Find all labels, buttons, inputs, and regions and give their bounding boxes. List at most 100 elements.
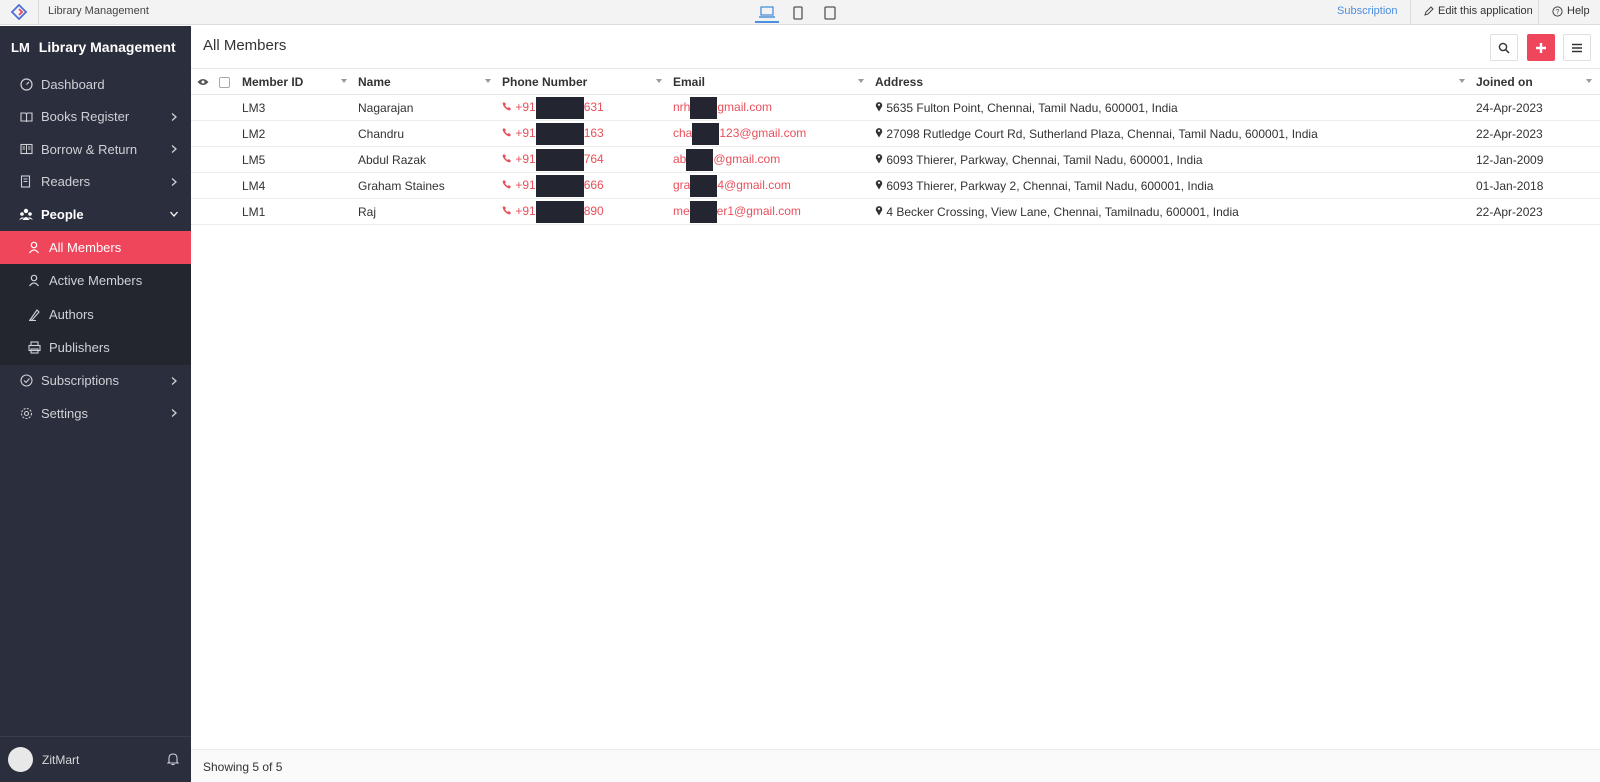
sidebar-item-borrow-return[interactable]: Borrow & Return [0, 133, 191, 166]
row-spacer [191, 120, 215, 147]
member-id-cell: LM3 [239, 94, 355, 121]
table-row[interactable]: LM3 Nagarajan +91 631 nrh gmail.com 5635 F… [191, 94, 1600, 121]
search-icon [1498, 42, 1510, 54]
borrow-icon [19, 142, 33, 156]
printer-icon [27, 341, 41, 355]
subscription-link[interactable]: Subscription [1337, 5, 1398, 17]
avatar[interactable] [8, 747, 33, 772]
column-header-name[interactable]: Name [355, 68, 499, 95]
column-header-joined-on[interactable]: Joined on [1473, 68, 1600, 95]
sidebar-item-authors[interactable]: Authors [0, 298, 191, 332]
phone-cell[interactable]: +91 890 [499, 198, 670, 225]
email-cell[interactable]: cha 123@gmail.com [670, 120, 872, 147]
joined-on-cell: 12-Jan-2009 [1473, 146, 1600, 173]
phone-icon [502, 101, 511, 111]
table-row[interactable]: LM2 Chandru +91 163 cha 123@gmail.com 2709… [191, 120, 1600, 147]
phone-cell[interactable]: +91 631 [499, 94, 670, 121]
phone-suffix: 163 [583, 125, 604, 140]
laptop-icon[interactable] [755, 3, 779, 23]
sidebar-item-label: People [41, 206, 84, 222]
bell-icon[interactable] [167, 752, 179, 766]
column-header-member-id[interactable]: Member ID [239, 68, 355, 95]
phone-cell[interactable]: +91 666 [499, 172, 670, 199]
table-footer: Showing 5 of 5 [191, 749, 1600, 782]
phone-cell[interactable]: +91 764 [499, 146, 670, 173]
search-button[interactable] [1490, 34, 1518, 61]
sidebar-item-label: Active Members [49, 273, 143, 289]
redacted-block [535, 200, 584, 223]
redacted-block [535, 174, 584, 197]
row-spacer [215, 120, 239, 147]
joined-on-cell: 22-Apr-2023 [1473, 120, 1600, 147]
map-pin-icon [875, 127, 883, 137]
email-suffix: 123@gmail.com [719, 125, 807, 140]
address-text: 6093 Thierer, Parkway 2, Chennai, Tamil … [886, 178, 1214, 193]
column-header-label: Name [358, 74, 391, 89]
column-header-address[interactable]: Address [872, 68, 1473, 95]
phone-prefix: +91 [515, 177, 536, 192]
table-row[interactable]: LM1 Raj +91 890 me er1@gmail.com 4 Becker … [191, 198, 1600, 225]
select-all-checkbox[interactable] [215, 68, 239, 95]
sidebar-item-people[interactable]: People [0, 198, 191, 231]
sort-icon[interactable] [341, 79, 347, 83]
sidebar-item-label: Publishers [49, 340, 110, 356]
phone-icon [502, 179, 511, 189]
edit-application-label: Edit this application [1438, 5, 1533, 17]
sidebar-item-books-register[interactable]: Books Register [0, 101, 191, 134]
member-id-cell: LM1 [239, 198, 355, 225]
divider [1410, 0, 1411, 25]
phone-suffix: 631 [583, 99, 604, 114]
menu-button[interactable] [1563, 34, 1591, 61]
column-header-email[interactable]: Email [670, 68, 872, 95]
column-visibility-toggle[interactable] [191, 68, 215, 95]
sidebar-item-settings[interactable]: Settings [0, 397, 191, 430]
sort-icon[interactable] [1459, 79, 1465, 83]
sort-icon[interactable] [485, 79, 491, 83]
phone-prefix: +91 [515, 151, 536, 166]
sidebar-item-publishers[interactable]: Publishers [0, 331, 191, 365]
author-icon [27, 307, 41, 321]
edit-application-button[interactable]: Edit this application [1424, 5, 1533, 17]
address-cell: 5635 Fulton Point, Chennai, Tamil Nadu, … [872, 94, 1473, 121]
people-submenu: All Members Active Members Authors Publi… [0, 230, 191, 365]
phone-cell[interactable]: +91 163 [499, 120, 670, 147]
sidebar-item-label: Books Register [41, 109, 130, 125]
joined-on-cell: 22-Apr-2023 [1473, 198, 1600, 225]
sidebar-item-readers[interactable]: Readers [0, 166, 191, 199]
sidebar-brand[interactable]: LM Library Management [0, 26, 191, 68]
phone-suffix: 764 [583, 151, 604, 166]
sidebar-item-dashboard[interactable]: Dashboard [0, 68, 191, 101]
row-spacer [191, 146, 215, 173]
add-record-button[interactable] [1527, 34, 1555, 61]
phone-icon [502, 153, 511, 163]
dashboard-icon [19, 77, 33, 91]
sidebar-item-active-members[interactable]: Active Members [0, 264, 191, 298]
name-cell: Graham Staines [355, 172, 499, 199]
email-cell[interactable]: me er1@gmail.com [670, 198, 872, 225]
sort-icon[interactable] [656, 79, 662, 83]
mobile-icon[interactable] [786, 3, 810, 23]
table-row[interactable]: LM4 Graham Staines +91 666 gra 4@gmail.com… [191, 172, 1600, 199]
help-label: Help [1567, 5, 1590, 17]
phone-icon [502, 205, 511, 215]
sort-icon[interactable] [858, 79, 864, 83]
sidebar-item-all-members[interactable]: All Members [0, 230, 191, 264]
email-cell[interactable]: ab @gmail.com [670, 146, 872, 173]
tablet-icon[interactable] [818, 3, 842, 23]
email-cell[interactable]: nrh gmail.com [670, 94, 872, 121]
chevron-right-icon [171, 409, 177, 417]
address-text: 4 Becker Crossing, View Lane, Chennai, T… [886, 204, 1239, 219]
email-cell[interactable]: gra 4@gmail.com [670, 172, 872, 199]
address-cell: 4 Becker Crossing, View Lane, Chennai, T… [872, 198, 1473, 225]
redacted-block [686, 148, 714, 171]
table-header-row: Member ID Name Phone Number Email Addres… [191, 68, 1600, 95]
sidebar-item-subscriptions[interactable]: Subscriptions [0, 365, 191, 398]
user-name[interactable]: ZitMart [42, 753, 79, 767]
row-spacer [191, 198, 215, 225]
table-row[interactable]: LM5 Abdul Razak +91 764 ab @gmail.com 6093… [191, 146, 1600, 173]
member-icon [27, 240, 41, 254]
app-logo-icon[interactable] [10, 3, 28, 21]
column-header-phone[interactable]: Phone Number [499, 68, 670, 95]
help-button[interactable]: ? Help [1552, 5, 1590, 17]
sort-icon[interactable] [1586, 79, 1592, 83]
